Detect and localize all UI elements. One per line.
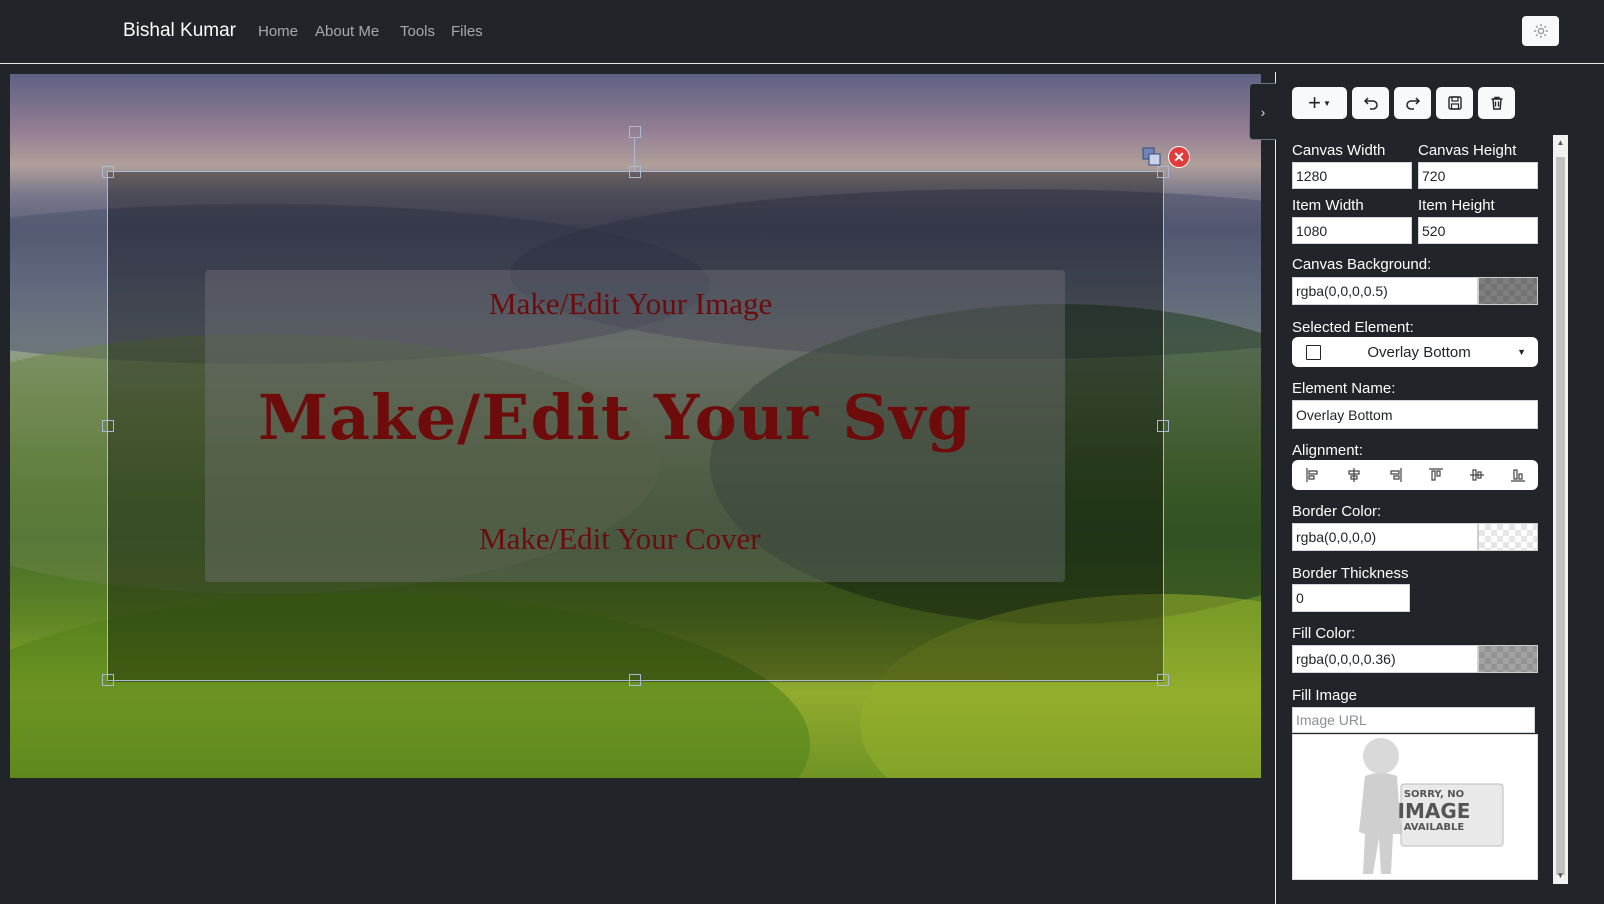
canvas-background-input[interactable] bbox=[1292, 277, 1478, 305]
border-color-label: Border Color: bbox=[1292, 503, 1382, 520]
selected-element-dropdown[interactable]: Overlay Bottom ▼ bbox=[1292, 337, 1538, 367]
align-middle-button[interactable] bbox=[1462, 463, 1492, 487]
border-color-input[interactable] bbox=[1292, 523, 1478, 551]
border-thickness-input[interactable] bbox=[1292, 584, 1410, 612]
sidebar-toggle-button[interactable]: › bbox=[1249, 83, 1276, 140]
item-height-label: Item Height bbox=[1418, 197, 1495, 214]
border-thickness-label: Border Thickness bbox=[1292, 565, 1409, 582]
navbar: Bishal Kumar Home About Me Tools Files bbox=[0, 0, 1604, 64]
undo-icon bbox=[1363, 97, 1378, 110]
fill-color-input[interactable] bbox=[1292, 645, 1478, 673]
resize-handle-nw[interactable] bbox=[102, 166, 114, 178]
redo-icon bbox=[1405, 97, 1420, 110]
border-color-swatch[interactable] bbox=[1478, 523, 1538, 551]
chevron-right-icon: › bbox=[1260, 103, 1266, 120]
rotate-handle[interactable] bbox=[629, 126, 641, 138]
no-image-line2: IMAGE bbox=[1397, 799, 1471, 823]
canvas-background-label: Canvas Background: bbox=[1292, 256, 1432, 273]
align-left-icon bbox=[1305, 468, 1318, 482]
align-left-button[interactable] bbox=[1298, 463, 1328, 487]
element-name-label: Element Name: bbox=[1292, 380, 1396, 397]
resize-handle-se[interactable] bbox=[1157, 674, 1169, 686]
align-center-icon bbox=[1347, 468, 1360, 482]
selected-element-value: Overlay Bottom bbox=[1367, 343, 1471, 361]
alignment-label: Alignment: bbox=[1292, 442, 1363, 459]
selected-element-label: Selected Element: bbox=[1292, 319, 1414, 336]
align-top-icon bbox=[1428, 468, 1443, 481]
align-middle-icon bbox=[1469, 469, 1484, 481]
resize-handle-sw[interactable] bbox=[102, 674, 114, 686]
nav-link-files[interactable]: Files bbox=[451, 23, 483, 40]
no-image-line3: AVAILABLE bbox=[1403, 822, 1465, 833]
item-width-label: Item Width bbox=[1292, 197, 1364, 214]
sidebar-divider bbox=[1275, 72, 1276, 904]
fill-color-swatch[interactable] bbox=[1478, 645, 1538, 673]
add-element-button[interactable]: + ▼ bbox=[1292, 87, 1347, 119]
resize-handle-w[interactable] bbox=[102, 420, 114, 432]
item-width-input[interactable] bbox=[1292, 217, 1412, 244]
sidebar-scrollbar[interactable]: ▲ ▼ bbox=[1553, 135, 1568, 884]
scrollbar-thumb[interactable] bbox=[1556, 157, 1565, 875]
canvas-height-input[interactable] bbox=[1418, 162, 1538, 189]
delete-button[interactable] bbox=[1478, 87, 1515, 119]
close-icon[interactable]: ✕ bbox=[1168, 146, 1190, 168]
align-bottom-icon bbox=[1510, 469, 1525, 482]
caret-down-icon: ▼ bbox=[1322, 98, 1331, 108]
nav-link-home[interactable]: Home bbox=[258, 23, 298, 40]
checkbox-icon bbox=[1306, 344, 1321, 360]
no-image-text: SORRY, NO IMAGE AVAILABLE bbox=[1386, 789, 1482, 833]
nav-link-tools[interactable]: Tools bbox=[400, 23, 435, 40]
save-icon bbox=[1447, 96, 1462, 110]
item-height-input[interactable] bbox=[1418, 217, 1538, 244]
fill-image-url-input[interactable] bbox=[1292, 707, 1535, 733]
scroll-up-icon[interactable]: ▲ bbox=[1553, 137, 1568, 149]
resize-handle-n[interactable] bbox=[629, 166, 641, 178]
resize-handle-e[interactable] bbox=[1157, 420, 1169, 432]
scroll-down-icon[interactable]: ▼ bbox=[1553, 870, 1568, 882]
canvas-width-label: Canvas Width bbox=[1292, 142, 1386, 159]
save-button[interactable] bbox=[1436, 87, 1473, 119]
canvas-height-label: Canvas Height bbox=[1418, 142, 1517, 159]
fill-image-preview: SORRY, NO IMAGE AVAILABLE bbox=[1292, 734, 1538, 880]
fill-image-label: Fill Image bbox=[1292, 687, 1358, 704]
gear-icon bbox=[1533, 24, 1548, 38]
canvas-width-input[interactable] bbox=[1292, 162, 1412, 189]
resize-handle-s[interactable] bbox=[629, 674, 641, 686]
brand-name[interactable]: Bishal Kumar bbox=[123, 20, 236, 42]
align-top-button[interactable] bbox=[1421, 463, 1451, 487]
align-right-icon bbox=[1389, 468, 1402, 482]
add-icon: + bbox=[1308, 90, 1321, 115]
redo-button[interactable] bbox=[1394, 87, 1431, 119]
align-right-button[interactable] bbox=[1380, 463, 1410, 487]
undo-button[interactable] bbox=[1352, 87, 1389, 119]
svg-canvas[interactable]: Make/Edit Your Image Make/Edit Your Svg … bbox=[10, 74, 1261, 778]
duplicate-icon[interactable] bbox=[1141, 146, 1163, 168]
align-bottom-button[interactable] bbox=[1503, 463, 1533, 487]
align-center-button[interactable] bbox=[1339, 463, 1369, 487]
caret-down-icon: ▼ bbox=[1517, 347, 1526, 357]
canvas-background-swatch[interactable] bbox=[1478, 277, 1538, 305]
fill-color-label: Fill Color: bbox=[1292, 625, 1356, 642]
trash-icon bbox=[1491, 96, 1502, 110]
selection-box bbox=[107, 171, 1164, 681]
alignment-button-group bbox=[1292, 460, 1538, 490]
nav-link-about[interactable]: About Me bbox=[315, 23, 379, 40]
theme-toggle-button[interactable] bbox=[1522, 16, 1559, 46]
element-name-input[interactable] bbox=[1292, 400, 1538, 429]
